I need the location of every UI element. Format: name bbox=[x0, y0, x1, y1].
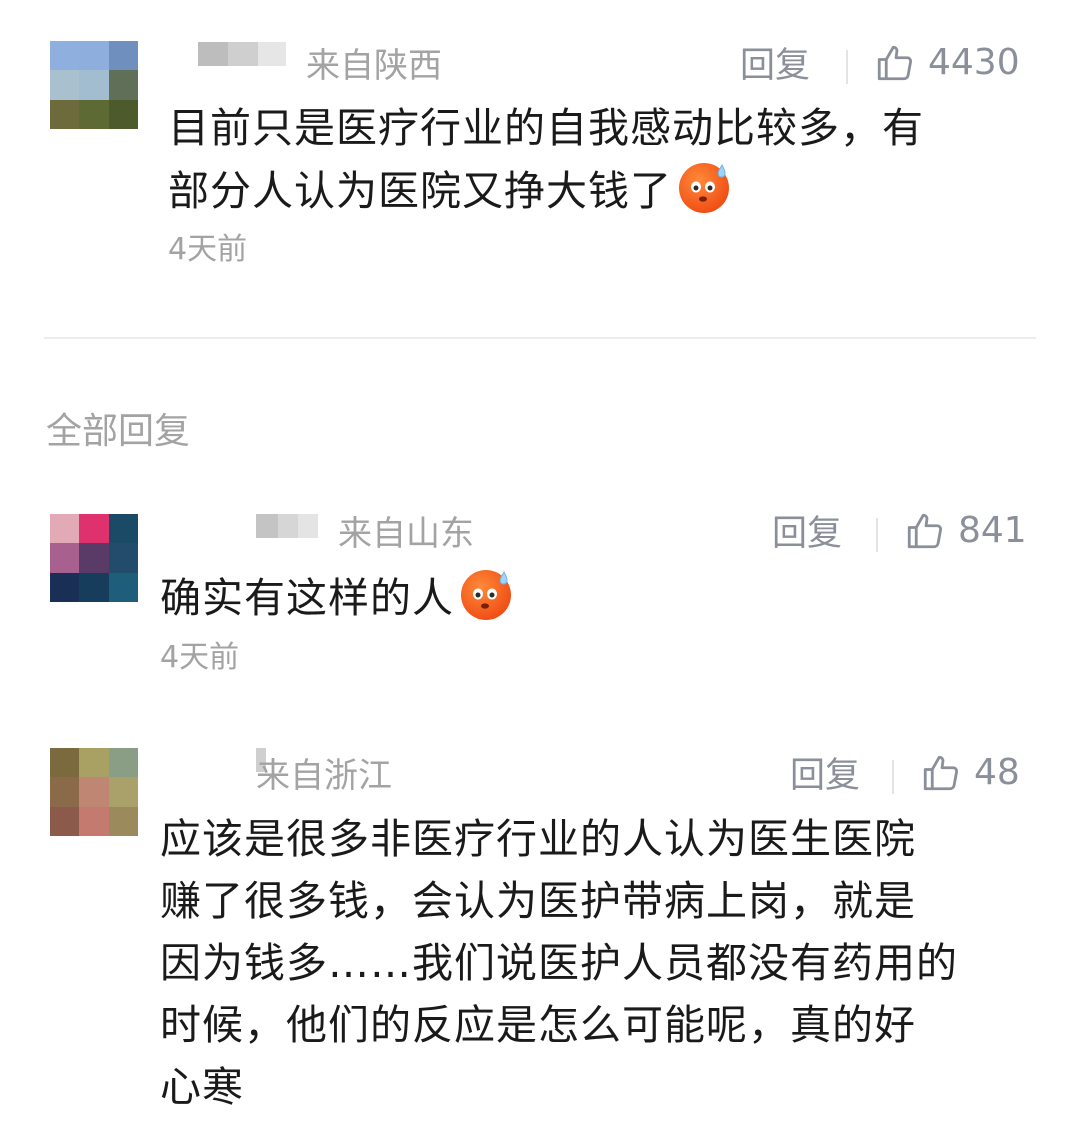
avatar[interactable] bbox=[50, 41, 138, 129]
divider bbox=[876, 518, 878, 552]
reply-button[interactable]: 回复 bbox=[790, 756, 860, 796]
thumbs-up-icon bbox=[907, 513, 943, 549]
reply-button[interactable]: 回复 bbox=[772, 514, 842, 554]
like-count: 48 bbox=[974, 752, 1020, 793]
thumbs-up-icon bbox=[877, 45, 913, 81]
thumbs-up-icon bbox=[923, 755, 959, 791]
comment-line: 部分人认为医院又挣大钱了 bbox=[168, 159, 924, 222]
username-blurred[interactable] bbox=[256, 514, 318, 538]
like-button[interactable]: 4430 bbox=[874, 42, 1020, 84]
comment-text: 目前只是医疗行业的自我感动比较多，有 部分人认为医院又挣大钱了 bbox=[168, 97, 924, 222]
comment-line: 确实有这样的人 bbox=[160, 566, 514, 629]
divider bbox=[44, 337, 1036, 339]
timestamp: 4天前 bbox=[160, 640, 240, 675]
like-button[interactable]: 48 bbox=[920, 752, 1020, 794]
comment-line: 应该是很多非医疗行业的人认为医生医院 bbox=[160, 815, 916, 863]
location-label: 来自山东 bbox=[338, 514, 474, 554]
like-count: 841 bbox=[958, 510, 1027, 551]
avatar[interactable] bbox=[50, 514, 138, 602]
like-count: 4430 bbox=[928, 42, 1020, 83]
comment-line: 目前只是医疗行业的自我感动比较多，有 bbox=[168, 104, 924, 152]
sweat-face-emoji bbox=[679, 163, 729, 213]
comment-line: 赚了很多钱，会认为医护带病上岗，就是 bbox=[160, 877, 916, 925]
comment-text: 确实有这样的人 bbox=[160, 566, 514, 629]
comment-text: 应该是很多非医疗行业的人认为医生医院 赚了很多钱，会认为医护带病上岗，就是 因为… bbox=[160, 808, 958, 1118]
sweat-face-emoji bbox=[461, 570, 511, 620]
location-label: 来自陕西 bbox=[306, 46, 442, 86]
like-button[interactable]: 841 bbox=[904, 510, 1027, 552]
comment-line: 心寒 bbox=[160, 1063, 244, 1111]
avatar[interactable] bbox=[50, 748, 138, 836]
comment-line: 因为钱多……我们说医护人员都没有药用的 bbox=[160, 939, 958, 987]
comment-line: 时候，他们的反应是怎么可能呢，真的好 bbox=[160, 1001, 916, 1049]
username-blurred[interactable] bbox=[198, 42, 286, 66]
section-title: 全部回复 bbox=[46, 411, 191, 452]
divider bbox=[892, 760, 894, 794]
location-label: 来自浙江 bbox=[256, 756, 392, 796]
reply-button[interactable]: 回复 bbox=[740, 46, 810, 86]
timestamp: 4天前 bbox=[168, 232, 248, 267]
divider bbox=[846, 50, 848, 84]
